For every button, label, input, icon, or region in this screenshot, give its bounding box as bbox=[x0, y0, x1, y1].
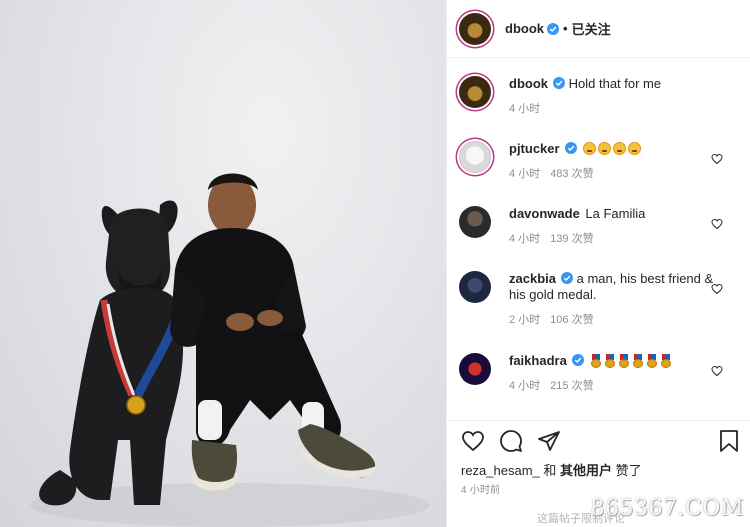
caption-text: Hold that for me bbox=[568, 76, 662, 91]
verified-badge-icon bbox=[571, 354, 584, 366]
save-bookmark-icon[interactable] bbox=[717, 429, 741, 453]
comment-time: 4 小时 bbox=[509, 380, 541, 392]
comment-emojis bbox=[590, 353, 674, 368]
gold-medal-emoji-icon bbox=[632, 354, 644, 368]
share-paper-plane-icon[interactable] bbox=[537, 429, 561, 453]
comment-text: La Familia bbox=[585, 206, 646, 221]
verified-badge-icon bbox=[553, 77, 565, 89]
post-side-panel: dbook • 已关注 dbook Hold that for me 4 小时 … bbox=[446, 0, 750, 527]
comment-likes[interactable]: 215 次赞 bbox=[550, 377, 593, 393]
man-figure bbox=[170, 173, 376, 491]
comment-item: zackbia a man, his best friend & his gol… bbox=[459, 271, 743, 327]
like-comment-heart-icon[interactable] bbox=[711, 365, 723, 377]
comment-item: davonwade La Familia 4 小时 139 次赞 bbox=[459, 206, 743, 246]
gold-medal-emoji-icon bbox=[604, 354, 616, 368]
comment-emojis bbox=[583, 141, 643, 156]
post-photo[interactable] bbox=[0, 0, 446, 527]
verified-badge-icon bbox=[564, 142, 577, 154]
gold-medal-emoji-icon bbox=[618, 354, 630, 368]
commenter-avatar[interactable] bbox=[459, 353, 491, 385]
post-time-ago: 4 小时前 bbox=[461, 485, 501, 496]
verified-badge-icon bbox=[560, 272, 573, 284]
comment-bubble-icon[interactable] bbox=[499, 429, 523, 453]
caption-avatar[interactable] bbox=[459, 76, 491, 108]
watermark-text: 865367.COM bbox=[590, 496, 744, 521]
author-username[interactable]: dbook bbox=[505, 21, 544, 36]
following-button[interactable]: 已关注 bbox=[572, 19, 611, 38]
gold-medal-emoji-icon bbox=[590, 354, 602, 368]
verified-badge-icon bbox=[547, 22, 559, 35]
comment-likes[interactable]: 483 次赞 bbox=[550, 165, 593, 181]
commenter-avatar[interactable] bbox=[459, 141, 491, 173]
commenter-username[interactable]: davonwade bbox=[509, 206, 580, 221]
likes-summary: reza_hesam_ 和 其他用户 赞了 bbox=[461, 460, 642, 479]
dog-figure bbox=[39, 200, 184, 506]
like-comment-heart-icon[interactable] bbox=[711, 283, 723, 295]
like-comment-heart-icon[interactable] bbox=[711, 153, 723, 165]
post-photo-illustration bbox=[30, 173, 430, 527]
rofl-emoji-icon bbox=[598, 142, 612, 155]
commenter-avatar[interactable] bbox=[459, 271, 491, 303]
author-avatar[interactable] bbox=[459, 12, 491, 45]
comment-item: faikhadra 4 小时 215 次赞 bbox=[459, 353, 743, 393]
comment-time: 4 小时 bbox=[509, 233, 541, 245]
commenter-username[interactable]: pjtucker bbox=[509, 141, 560, 156]
commenter-username[interactable]: zackbia bbox=[509, 271, 556, 286]
like-comment-heart-icon[interactable] bbox=[711, 218, 723, 230]
comment-likes[interactable]: 106 次赞 bbox=[550, 311, 593, 327]
rofl-emoji-icon bbox=[628, 142, 642, 155]
caption-username[interactable]: dbook bbox=[509, 76, 548, 91]
others-likes-link[interactable]: 其他用户 bbox=[560, 463, 612, 478]
commenter-username[interactable]: faikhadra bbox=[509, 353, 567, 368]
comment-time: 2 小时 bbox=[509, 314, 541, 326]
commenter-avatar[interactable] bbox=[459, 206, 491, 238]
comments-list[interactable]: dbook Hold that for me 4 小时 pjtucker 4 小… bbox=[447, 58, 750, 420]
comment-time: 4 小时 bbox=[509, 168, 541, 180]
caption-time: 4 小时 bbox=[509, 103, 541, 115]
gold-medal-emoji-icon bbox=[660, 354, 672, 368]
caption: dbook Hold that for me 4 小时 bbox=[459, 76, 743, 116]
likes-suffix-text: 赞了 bbox=[612, 463, 642, 478]
likes-and-text: 和 bbox=[539, 463, 561, 478]
header-separator: • bbox=[563, 21, 568, 36]
post-header: dbook • 已关注 bbox=[447, 0, 750, 58]
rofl-emoji-icon bbox=[613, 142, 627, 155]
rofl-emoji-icon bbox=[583, 142, 597, 155]
comment-likes[interactable]: 139 次赞 bbox=[550, 230, 593, 246]
gold-medal-emoji-icon bbox=[646, 354, 658, 368]
like-heart-icon[interactable] bbox=[461, 429, 485, 453]
liker-username[interactable]: reza_hesam_ bbox=[461, 463, 540, 478]
comment-item: pjtucker 4 小时 483 次赞 bbox=[459, 141, 743, 181]
